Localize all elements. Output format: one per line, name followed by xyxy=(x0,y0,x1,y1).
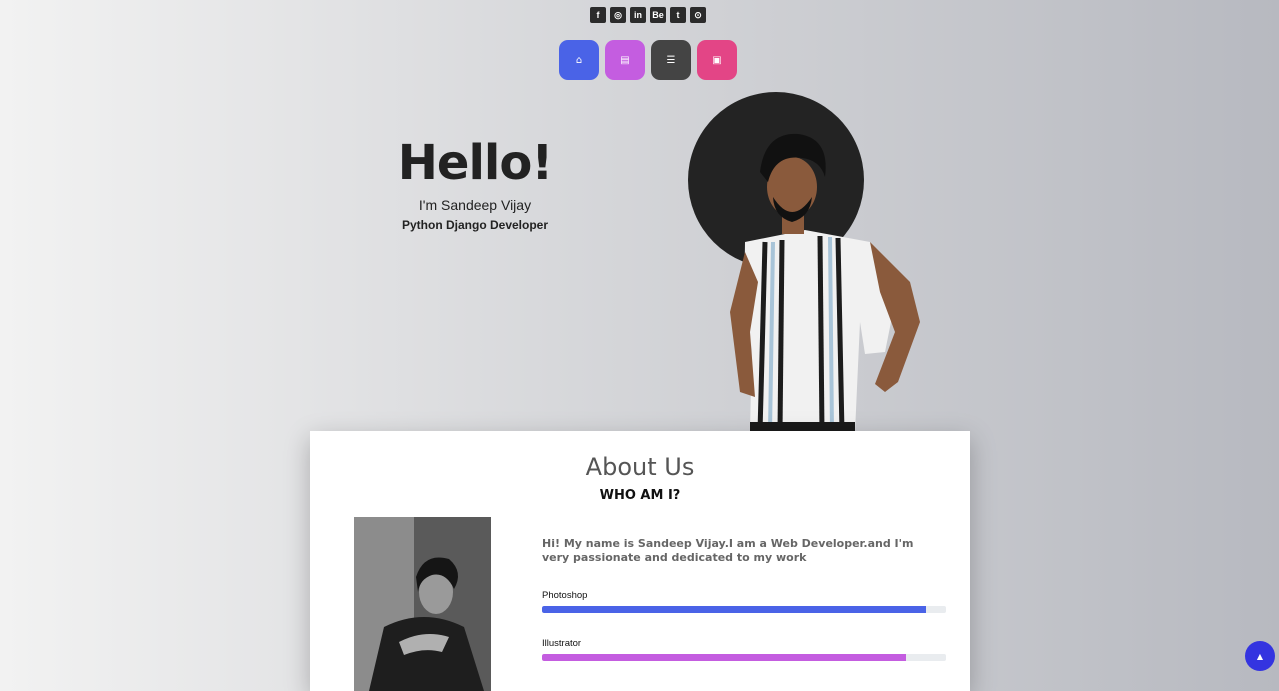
hero-intro: I'm Sandeep Vijay xyxy=(418,197,532,213)
behance-icon[interactable]: Be xyxy=(650,7,666,23)
resume-button[interactable]: ☰ xyxy=(651,40,691,80)
skill-fill-illustrator xyxy=(542,654,906,661)
arrow-up-icon: ▲ xyxy=(1256,651,1264,661)
twitter-icon[interactable]: t xyxy=(670,7,686,23)
skill-fill-photoshop xyxy=(542,606,926,613)
about-section: About Us WHO AM I? Hi! My name is Sandee… xyxy=(310,431,970,691)
about-title: About Us xyxy=(585,453,695,481)
linkedin-icon[interactable]: in xyxy=(630,7,646,23)
hero-role: Python Django Developer xyxy=(401,218,549,232)
skill-label-photoshop: Photoshop xyxy=(542,590,588,601)
about-subtitle: WHO AM I? xyxy=(599,488,681,503)
home-icon: ⌂ xyxy=(575,54,583,66)
scroll-top-button[interactable]: ▲ xyxy=(1245,641,1275,671)
about-button[interactable]: ▤ xyxy=(605,40,645,80)
about-text: Hi! My name is Sandeep Vijay.I am a Web … xyxy=(542,537,914,564)
list-icon: ☰ xyxy=(666,54,676,66)
skill-bar-illustrator xyxy=(542,654,946,661)
id-card-icon: ▤ xyxy=(620,54,630,66)
facebook-icon[interactable]: f xyxy=(590,7,606,23)
skill-label-illustrator: Illustrator xyxy=(542,638,582,649)
profile-photo xyxy=(354,517,491,691)
hero-portrait xyxy=(688,92,920,432)
home-button[interactable]: ⌂ xyxy=(559,40,599,80)
contact-icon: ▣ xyxy=(712,54,722,66)
social-links: f ◎ in Be t ⊙ xyxy=(590,7,706,23)
instagram-icon[interactable]: ◎ xyxy=(610,7,626,23)
github-icon[interactable]: ⊙ xyxy=(690,7,706,23)
nav-buttons: ⌂ ▤ ☰ ▣ xyxy=(559,40,737,80)
contact-button[interactable]: ▣ xyxy=(697,40,737,80)
hero: Hello! I'm Sandeep Vijay Python Django D… xyxy=(380,135,570,232)
hero-greeting: Hello! xyxy=(397,135,554,191)
skill-bar-photoshop xyxy=(542,606,946,613)
